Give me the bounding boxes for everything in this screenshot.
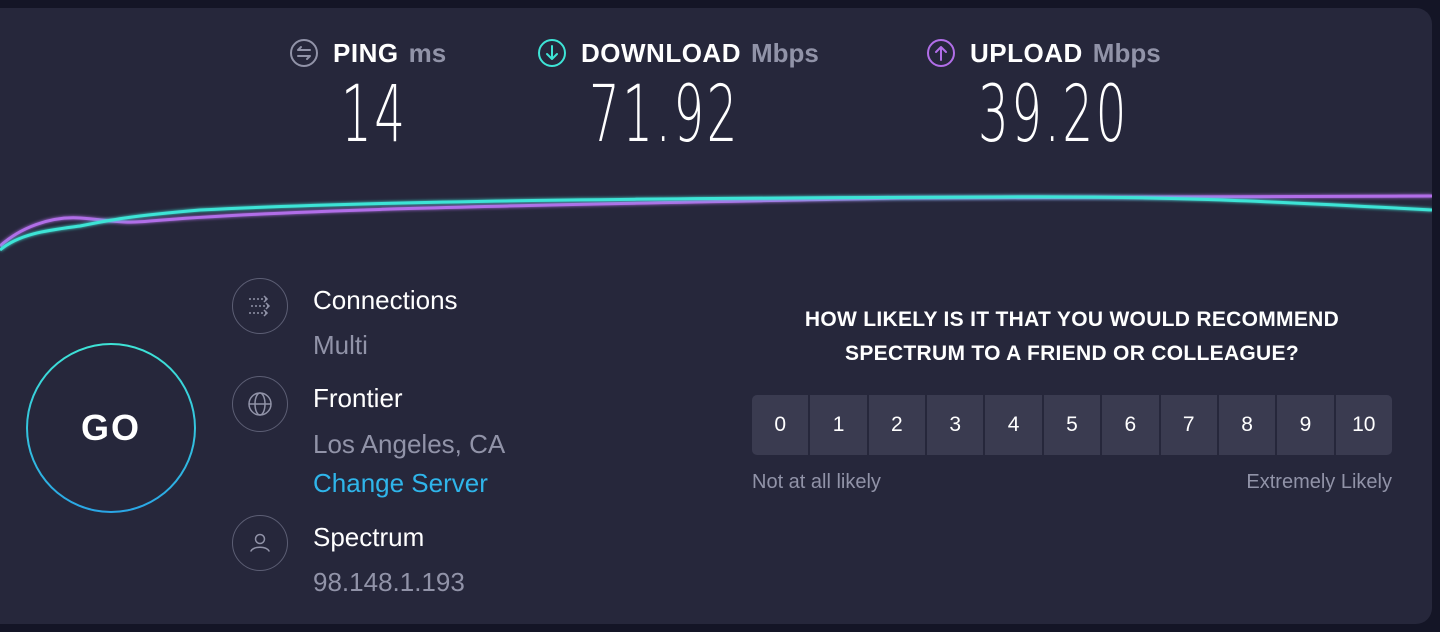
change-server-link[interactable]: Change Server [313, 468, 488, 499]
upload-unit: Mbps [1092, 37, 1161, 68]
rating-6-button[interactable]: 6 [1102, 395, 1159, 455]
globe-icon [232, 376, 288, 432]
rating-10-button[interactable]: 10 [1335, 395, 1392, 455]
go-label: GO [80, 407, 141, 448]
connections-mode: Multi [313, 330, 368, 360]
upload-value: 39.20 [978, 70, 1129, 160]
rating-9-button[interactable]: 9 [1277, 395, 1334, 455]
scale-low-label: Not at all likely [752, 471, 881, 493]
ping-label: PING [333, 37, 399, 68]
upload-metric: UPLOAD Mbps 39.20 [926, 36, 1161, 154]
nps-survey: HOW LIKELY IS IT THAT YOU WOULD RECOMMEN… [752, 303, 1392, 494]
download-arrow-icon [538, 39, 566, 67]
ping-value: 14 [341, 70, 408, 160]
provider-name: Spectrum [313, 522, 425, 552]
scale-labels: Not at all likely Extremely Likely [752, 471, 1392, 494]
upload-speed-line [0, 194, 1432, 248]
upload-arrow-icon [927, 39, 955, 67]
connections-icon [232, 278, 288, 334]
rating-5-button[interactable]: 5 [1043, 395, 1101, 455]
user-icon [232, 515, 288, 571]
download-value: 71.92 [589, 70, 740, 160]
download-metric: DOWNLOAD Mbps 71.92 [537, 36, 819, 154]
speed-graph [0, 194, 1432, 252]
scale-high-label: Extremely Likely [1246, 471, 1392, 493]
server-location: Los Angeles, CA [313, 429, 506, 459]
ping-unit: ms [408, 37, 447, 68]
go-button[interactable]: GO [26, 343, 196, 513]
ping-metric: PING ms 14 [289, 36, 447, 154]
rating-8-button[interactable]: 8 [1218, 395, 1276, 455]
download-speed-line [0, 195, 1432, 252]
download-label: DOWNLOAD [581, 37, 741, 68]
rating-2-button[interactable]: 2 [868, 395, 926, 455]
rating-0-button[interactable]: 0 [752, 395, 809, 455]
upload-label: UPLOAD [970, 37, 1083, 68]
speedtest-card: PING ms 14 DOWNLOAD Mbps 71.92 UPLOAD Mb… [0, 8, 1432, 624]
ip-address: 98.148.1.193 [313, 567, 465, 597]
download-unit: Mbps [750, 37, 819, 68]
survey-question: HOW LIKELY IS IT THAT YOU WOULD RECOMMEN… [804, 308, 1340, 365]
rating-1-button[interactable]: 1 [810, 395, 867, 455]
connections-title: Connections [313, 285, 458, 315]
server-name: Frontier [313, 383, 403, 413]
ping-arrows-icon [290, 39, 318, 67]
rating-3-button[interactable]: 3 [927, 395, 984, 455]
rating-scale: 0 1 2 3 4 5 6 7 8 9 10 [752, 395, 1392, 455]
rating-7-button[interactable]: 7 [1160, 395, 1217, 455]
rating-4-button[interactable]: 4 [985, 395, 1042, 455]
